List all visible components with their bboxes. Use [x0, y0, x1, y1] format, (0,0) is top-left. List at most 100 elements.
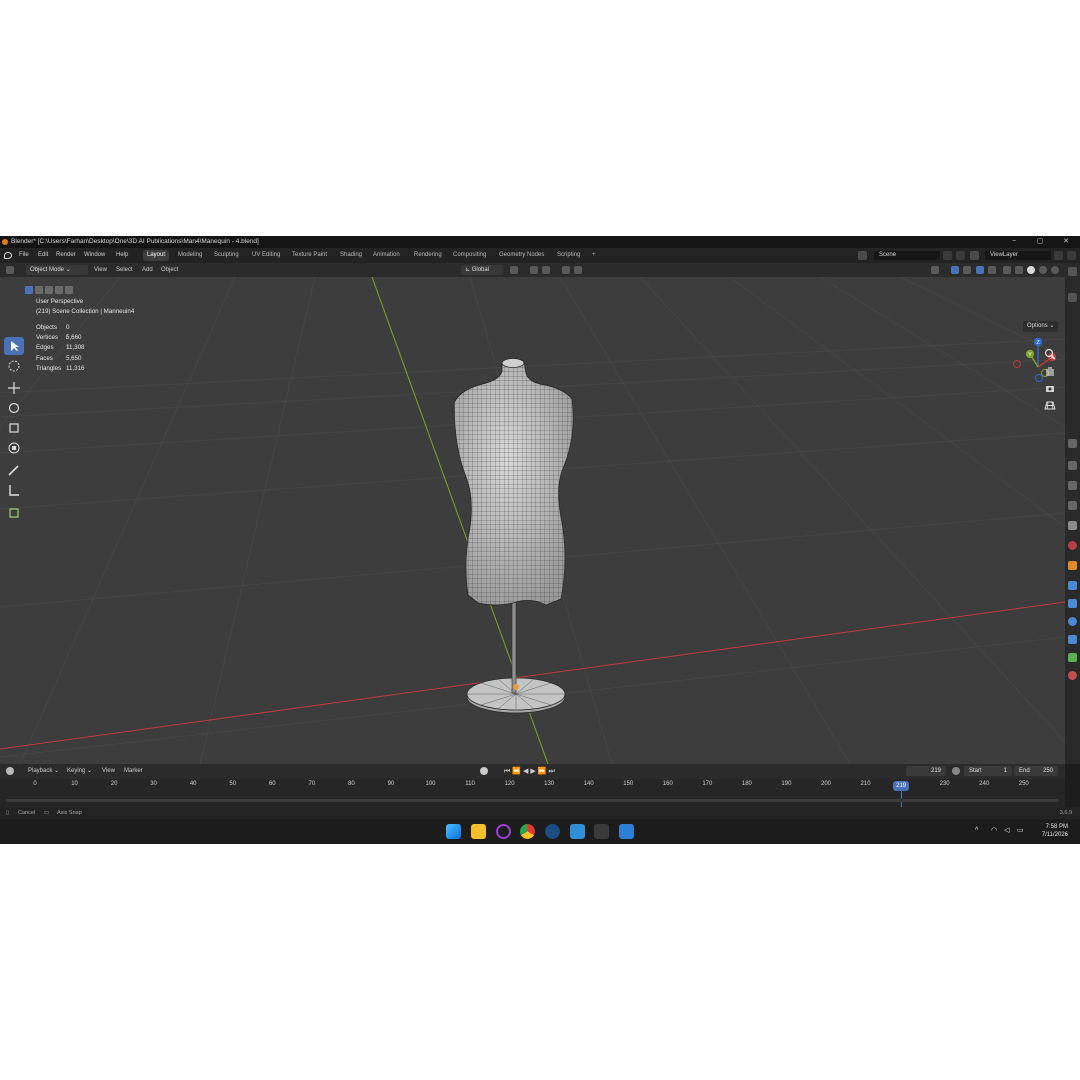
solid-shading-icon[interactable] — [1027, 266, 1035, 274]
modifier-properties-icon[interactable] — [1068, 581, 1077, 590]
n-panel-icon[interactable] — [1068, 293, 1077, 302]
system-clock[interactable]: 7:58 PM 7/11/2026 — [1042, 823, 1068, 839]
current-frame-field[interactable]: 219 — [906, 766, 946, 776]
menu-timeline-view[interactable]: View — [102, 764, 115, 779]
editor-type-icon[interactable] — [6, 266, 14, 274]
select-box-tool[interactable] — [4, 337, 24, 355]
mode-dropdown[interactable]: Object Mode ⌄ — [26, 265, 88, 275]
3d-viewport[interactable]: User Perspective (219) Scene Collection … — [0, 277, 1065, 764]
output-properties-icon[interactable] — [1068, 481, 1077, 490]
file-explorer-icon[interactable] — [471, 824, 486, 839]
blender-logo-icon[interactable] — [4, 252, 12, 259]
scene-name-field[interactable]: Scene — [874, 251, 940, 260]
app-icon[interactable] — [619, 824, 634, 839]
snap-target-icon[interactable] — [542, 266, 550, 274]
wireframe-shading-icon[interactable] — [1015, 266, 1023, 274]
tab-animation[interactable]: Animation — [369, 250, 404, 261]
proportional-edit-icon[interactable] — [562, 266, 570, 274]
falloff-icon[interactable] — [574, 266, 582, 274]
menu-playback[interactable]: Playback ⌄ — [28, 764, 59, 779]
tab-compositing[interactable]: Compositing — [449, 250, 490, 261]
current-frame-badge[interactable]: 219 — [893, 781, 910, 791]
object-properties-icon[interactable] — [1068, 561, 1077, 570]
options-dropdown[interactable]: Options ⌄ — [1023, 321, 1059, 332]
camera-view-icon[interactable] — [1043, 381, 1057, 395]
overlay-toggle-icon[interactable] — [976, 266, 984, 274]
menu-edit[interactable]: Edit — [38, 248, 48, 263]
data-properties-icon[interactable] — [1068, 653, 1077, 662]
volume-icon[interactable]: ◁ — [1004, 826, 1009, 834]
rendered-shading-icon[interactable] — [1051, 266, 1059, 274]
maximize-button[interactable]: ▢ — [1030, 236, 1050, 248]
world-properties-icon[interactable] — [1068, 541, 1077, 550]
tab-scripting[interactable]: Scripting — [553, 250, 584, 261]
gizmo-options-icon[interactable] — [963, 266, 971, 274]
pan-hand-icon[interactable] — [1043, 364, 1057, 378]
menu-marker[interactable]: Marker — [124, 764, 143, 779]
record-keyframe-icon[interactable] — [480, 767, 488, 775]
pivot-point-icon[interactable] — [510, 266, 518, 274]
ortho-grid-icon[interactable] — [1043, 398, 1057, 412]
scale-tool[interactable] — [4, 419, 24, 437]
tab-uv-editing[interactable]: UV Editing — [248, 250, 284, 261]
battery-icon[interactable]: ▭ — [1017, 826, 1024, 834]
outliner-toggle-icon[interactable] — [1068, 267, 1077, 276]
view-layer-properties-icon[interactable] — [1068, 501, 1077, 510]
render-properties-icon[interactable] — [1068, 461, 1077, 470]
viewlayer-name-field[interactable]: ViewLayer — [985, 251, 1051, 260]
gizmo-toggle-icon[interactable] — [951, 266, 959, 274]
annotate-tool[interactable] — [4, 461, 24, 479]
new-scene-icon[interactable] — [943, 251, 952, 260]
blender-taskbar-icon[interactable] — [594, 824, 609, 839]
tab-texture-paint[interactable]: Texture Paint — [288, 250, 331, 261]
menu-keying[interactable]: Keying ⌄ — [67, 764, 92, 779]
tab-rendering[interactable]: Rendering — [410, 250, 446, 261]
transform-orientation-dropdown[interactable]: ⊾ Global — [461, 265, 503, 275]
scene-icon[interactable] — [858, 251, 867, 260]
tab-modeling[interactable]: Modeling — [174, 250, 206, 261]
transform-tool[interactable] — [4, 439, 24, 457]
snap-icon[interactable] — [530, 266, 538, 274]
tab-shading[interactable]: Shading — [336, 250, 366, 261]
windows-start-icon[interactable] — [446, 824, 461, 839]
move-tool[interactable] — [4, 379, 24, 397]
show-hidden-icons[interactable]: ^ — [975, 827, 978, 834]
viewlayer-icon[interactable] — [970, 251, 979, 260]
visibility-icon[interactable] — [931, 266, 939, 274]
timeline-scrollbar[interactable] — [6, 799, 1059, 802]
tab-layout[interactable]: Layout — [143, 250, 170, 261]
zoom-icon[interactable] — [1043, 347, 1057, 361]
steam-icon[interactable] — [545, 824, 560, 839]
cursor-tool[interactable] — [4, 357, 24, 375]
add-workspace-button[interactable]: + — [588, 250, 600, 261]
menu-window[interactable]: Window — [84, 248, 105, 263]
cortana-icon[interactable] — [496, 824, 511, 839]
xray-icon[interactable] — [1003, 266, 1011, 274]
notepad-icon[interactable] — [570, 824, 585, 839]
menu-file[interactable]: File — [19, 248, 29, 263]
tool-properties-icon[interactable] — [1068, 439, 1077, 448]
add-cube-tool[interactable] — [4, 503, 24, 521]
menu-add[interactable]: Add — [142, 263, 153, 277]
constraints-properties-icon[interactable] — [1068, 635, 1077, 644]
measure-tool[interactable] — [4, 481, 24, 499]
menu-render[interactable]: Render — [56, 248, 76, 263]
timeline-editor-icon[interactable] — [6, 767, 14, 775]
tab-geometry-nodes[interactable]: Geometry Nodes — [495, 250, 548, 261]
rotate-tool[interactable] — [4, 399, 24, 417]
end-frame-field[interactable]: End 250 — [1014, 766, 1058, 776]
delete-viewlayer-icon[interactable] — [1067, 251, 1076, 260]
wifi-icon[interactable]: ◠ — [991, 826, 997, 834]
timeline-ruler[interactable]: 0 10 20 30 40 50 60 70 80 90 100 110 120 130 140 150 160… — [0, 779, 1065, 811]
menu-select[interactable]: Select — [116, 263, 133, 277]
clock-icon[interactable] — [952, 767, 960, 775]
overlay-options-icon[interactable] — [988, 266, 996, 274]
particles-properties-icon[interactable] — [1068, 599, 1077, 608]
new-viewlayer-icon[interactable] — [1054, 251, 1063, 260]
scene-properties-icon[interactable] — [1068, 521, 1077, 530]
tab-sculpting[interactable]: Sculpting — [210, 250, 243, 261]
material-properties-icon[interactable] — [1068, 671, 1077, 680]
start-frame-field[interactable]: Start 1 — [964, 766, 1012, 776]
close-button[interactable]: ✕ — [1056, 236, 1076, 248]
chrome-icon[interactable] — [520, 824, 535, 839]
